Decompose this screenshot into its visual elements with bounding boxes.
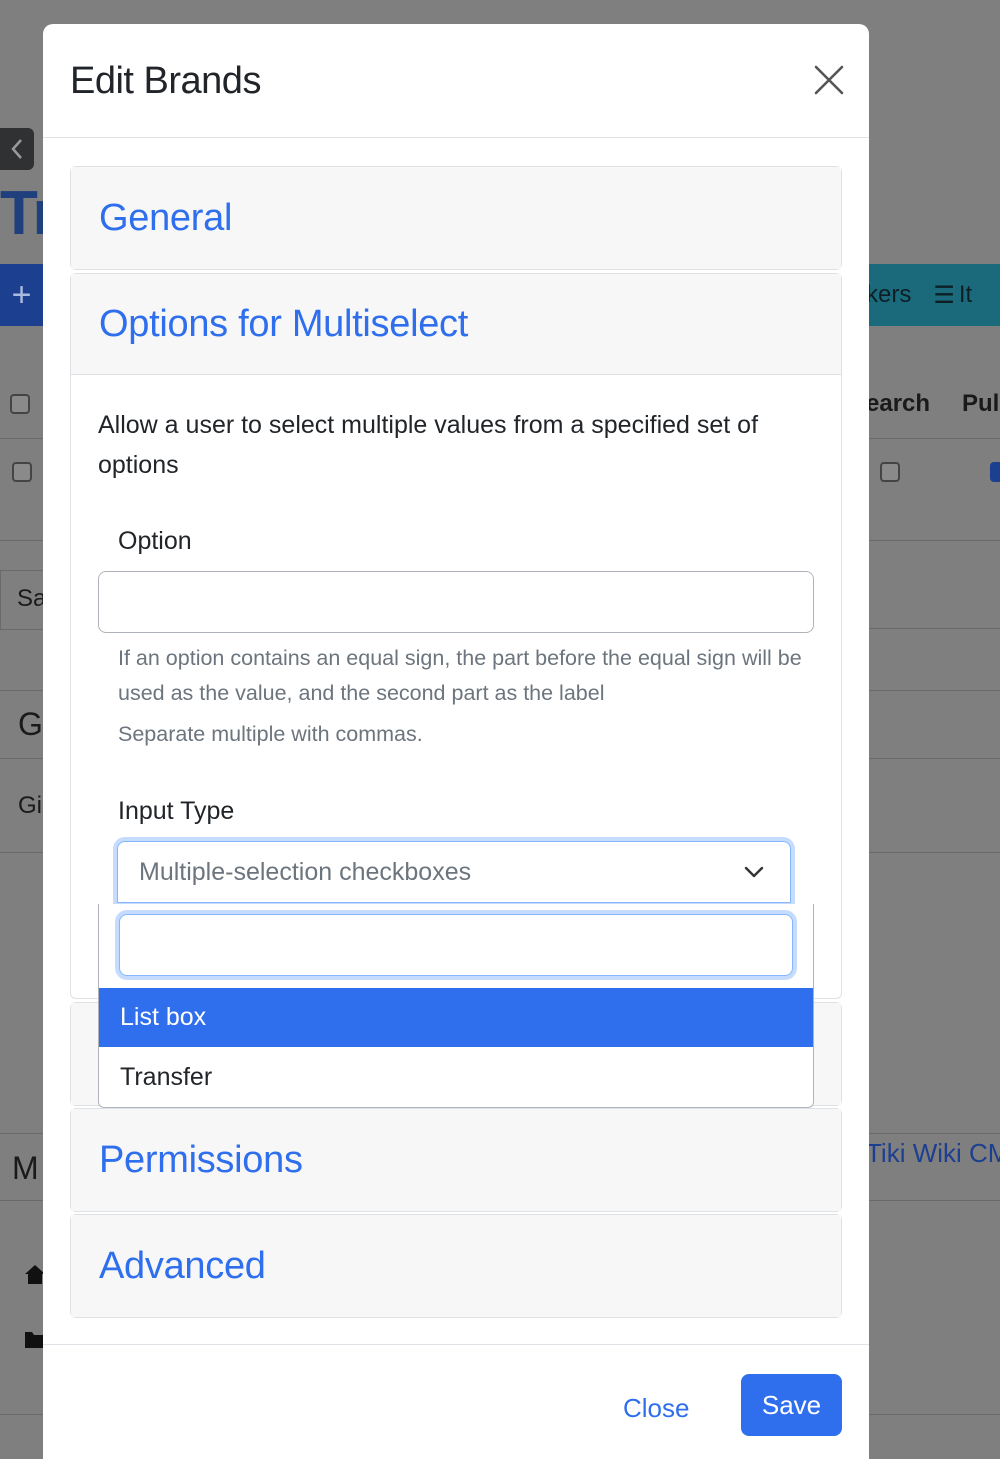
bg-header-checkbox — [10, 394, 30, 414]
field-description: Allow a user to select multiple values f… — [98, 411, 759, 479]
modal-title: Edit Brands — [70, 60, 261, 102]
modal-header: Edit Brands — [43, 24, 869, 138]
input-type-label: Input Type — [118, 797, 235, 825]
list-icon: ☰ — [933, 281, 955, 309]
close-button[interactable]: Close — [623, 1393, 689, 1424]
bg-row-checkbox — [880, 462, 900, 482]
accordion-title: Advanced — [99, 1244, 266, 1287]
bg-row-checkbox — [12, 462, 32, 482]
modal-footer: Close Save — [43, 1344, 869, 1459]
divider — [862, 628, 1000, 629]
dropdown-option[interactable]: List box — [99, 988, 813, 1047]
bg-toolbar-label-2: It — [958, 281, 973, 308]
accordion-title: Permissions — [99, 1138, 303, 1181]
dropdown-search-input[interactable] — [119, 914, 793, 976]
bg-column-header: earch — [866, 390, 931, 417]
bg-add-button: + — [0, 264, 43, 326]
option-help-text-2: Separate multiple with commas. — [118, 722, 423, 746]
close-icon — [814, 65, 844, 95]
accordion-options: Options for Multiselect Allow a user to … — [70, 273, 842, 999]
edit-brands-modal: Edit Brands General Options for Multisel… — [43, 24, 869, 1459]
bg-checked-checkbox — [990, 462, 1000, 482]
bg-text-fragment: Gi — [18, 792, 42, 819]
accordion-permissions: Permissions — [70, 1108, 842, 1212]
bg-heading-fragment: G — [18, 706, 43, 742]
bg-heading-fragment: M — [12, 1150, 39, 1186]
modal-close-button[interactable] — [811, 62, 847, 98]
bg-toolbar: kers ☰ It — [862, 264, 1000, 326]
input-type-select[interactable]: Multiple-selection checkboxes — [117, 841, 791, 903]
dropdown-option[interactable]: Transfer — [99, 1048, 813, 1107]
accordion-title: General — [99, 196, 233, 239]
input-type-dropdown: List box Transfer — [98, 904, 814, 1108]
bg-column-header: Pul — [962, 390, 1000, 417]
save-button[interactable]: Save — [741, 1374, 842, 1436]
option-input[interactable] — [98, 571, 814, 633]
accordion-advanced: Advanced — [70, 1214, 842, 1318]
back-button — [0, 128, 34, 170]
accordion-title: Options for Multiselect — [99, 302, 469, 345]
bg-toolbar-label: kers — [866, 281, 912, 308]
input-type-selected-value: Multiple-selection checkboxes — [139, 857, 472, 886]
option-label: Option — [118, 527, 192, 555]
accordion-header-general[interactable]: General — [71, 167, 841, 269]
chevron-down-icon — [734, 852, 774, 892]
accordion-header-options[interactable]: Options for Multiselect — [71, 274, 841, 375]
option-help-text: If an option contains an equal sign, the… — [118, 646, 802, 705]
accordion-header-advanced[interactable]: Advanced — [71, 1215, 841, 1317]
bg-footer-link: Tiki Wiki CM — [866, 1138, 1000, 1168]
accordion-header-permissions[interactable]: Permissions — [71, 1109, 841, 1211]
accordion-general: General — [70, 166, 842, 270]
chevron-left-icon — [11, 139, 22, 159]
